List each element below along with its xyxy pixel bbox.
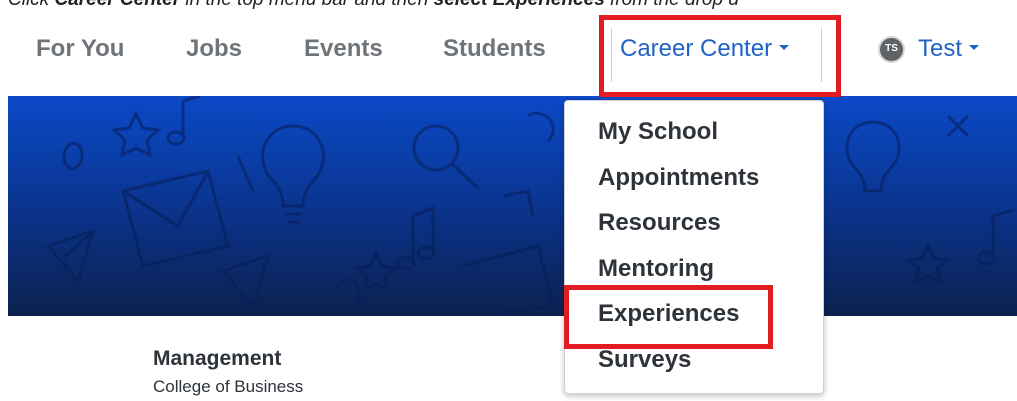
instruction-suffix: from the drop d (605, 0, 739, 10)
nav-item-for-you[interactable]: For You (36, 24, 124, 74)
nav-item-events[interactable]: Events (304, 24, 383, 74)
career-center-divider-left (611, 28, 612, 82)
menu-item-surveys[interactable]: Surveys (598, 343, 691, 377)
nav-item-career-center[interactable]: Career Center (620, 24, 790, 74)
user-name: Test (918, 35, 963, 62)
star-icon (905, 242, 951, 285)
menu-item-mentoring[interactable]: Mentoring (598, 252, 714, 286)
nav-item-career-center-label: Career Center (620, 35, 773, 62)
caret-down-icon (779, 45, 790, 51)
instruction-prefix: Click (8, 0, 54, 10)
menu-item-appointments[interactable]: Appointments (598, 161, 759, 195)
career-center-divider-right (821, 28, 822, 82)
nav-item-for-you-label: For You (36, 35, 125, 62)
avatar: TS (878, 35, 905, 63)
menu-item-resources[interactable]: Resources (598, 206, 721, 240)
music-note-icon (976, 208, 1014, 266)
star-icon (353, 250, 399, 293)
menu-item-my-school[interactable]: My School (598, 115, 718, 149)
banner-pattern (45, 96, 1014, 316)
envelope-icon (121, 169, 230, 268)
instruction-target: Career Center (54, 0, 180, 10)
career-center-dropdown-menu: My School Appointments Resources Mentori… (564, 100, 824, 394)
program-name: Management (153, 347, 282, 370)
instruction-action: select (434, 0, 493, 10)
user-menu[interactable]: TS Test (878, 24, 980, 74)
nav-item-students[interactable]: Students (443, 24, 546, 74)
lightbulb-icon (261, 124, 325, 224)
nav-item-events-label: Events (304, 35, 383, 62)
star-icon (110, 110, 162, 158)
magnifier-icon (412, 124, 480, 190)
lightbulb-icon (845, 120, 901, 193)
instruction-middle: in the top menu bar and then (180, 0, 434, 10)
instruction-item: Experiences (493, 0, 605, 10)
paper-plane-icon (45, 228, 96, 285)
hero-banner (8, 96, 1017, 316)
menu-item-experiences[interactable]: Experiences (598, 297, 739, 331)
nav-item-jobs-label: Jobs (186, 35, 243, 62)
envelope-icon (462, 244, 555, 316)
top-navigation: For You Jobs Events Students Career Cent… (0, 24, 1017, 74)
college-name: College of Business (153, 377, 304, 396)
music-note-icon (166, 96, 201, 146)
music-note-icon (396, 205, 436, 271)
paper-plane-icon (220, 253, 271, 310)
caret-down-icon (969, 44, 980, 50)
instruction-banner: Click Career Center in the top menu bar … (0, 0, 1017, 11)
nav-item-students-label: Students (443, 35, 546, 62)
nav-item-jobs[interactable]: Jobs (186, 24, 242, 74)
